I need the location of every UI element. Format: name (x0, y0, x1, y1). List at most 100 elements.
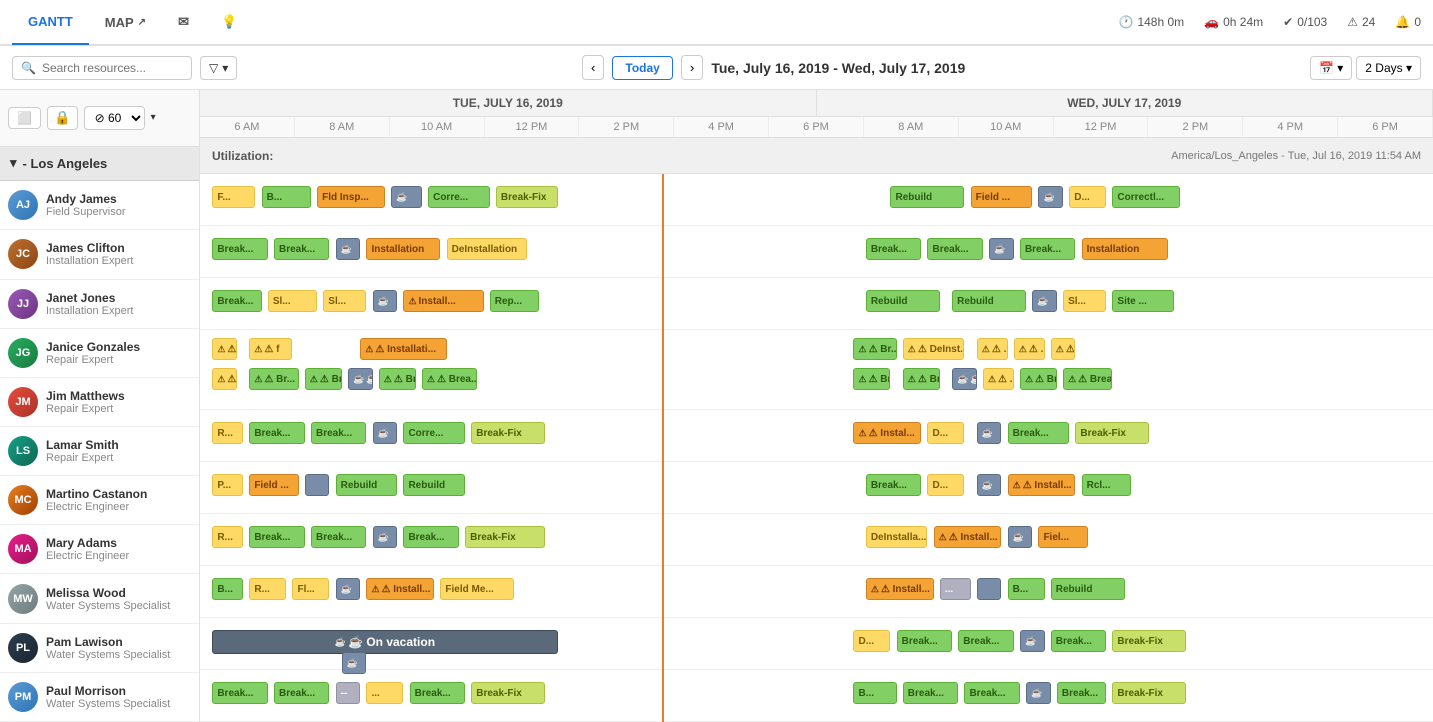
tab-gantt[interactable]: GANTT (12, 0, 89, 45)
task-block[interactable]: R... (212, 526, 243, 548)
task-block[interactable]: Break... (1008, 422, 1070, 444)
calendar-button[interactable]: 📅 ▾ (1310, 56, 1352, 80)
task-block[interactable]: ⚠ Br... (249, 368, 298, 390)
task-block[interactable]: ⚠ Brea... (1063, 368, 1112, 390)
scale-button[interactable]: ⬜ (8, 107, 41, 129)
task-block[interactable] (373, 422, 398, 444)
task-block[interactable]: ⚠ Install... (1008, 474, 1076, 496)
task-block[interactable]: D... (927, 422, 964, 444)
task-block[interactable] (1038, 186, 1063, 208)
task-block[interactable] (1020, 630, 1045, 652)
days-button[interactable]: 2 Days ▾ (1356, 56, 1421, 80)
task-block[interactable]: ⚠ (212, 368, 237, 390)
task-block[interactable]: ⚠ Br... (379, 368, 416, 390)
task-block[interactable]: Break-Fix (1112, 630, 1186, 652)
task-block[interactable]: Break... (866, 238, 921, 260)
tab-mail[interactable]: ✉ (162, 0, 205, 45)
task-block[interactable]: Break... (927, 238, 982, 260)
task-block[interactable]: ... (366, 682, 403, 704)
task-block[interactable]: Rep... (490, 290, 539, 312)
lock-button[interactable]: 🔒 (47, 106, 78, 130)
task-block[interactable] (977, 578, 1002, 600)
task-block[interactable]: Break... (897, 630, 952, 652)
task-block[interactable]: B... (212, 578, 243, 600)
task-block[interactable]: ⚠ f (249, 338, 292, 360)
task-vacation[interactable]: ☕ On vacation (212, 630, 557, 654)
task-block[interactable] (391, 186, 422, 208)
task-block[interactable]: B... (853, 682, 896, 704)
task-block[interactable]: B... (1008, 578, 1045, 600)
task-block[interactable]: Break... (410, 682, 465, 704)
task-block[interactable]: Break... (964, 682, 1019, 704)
task-block[interactable]: Break... (212, 290, 261, 312)
task-block[interactable]: Break... (958, 630, 1013, 652)
task-block[interactable]: ⚠ .F (1014, 338, 1045, 360)
task-block[interactable]: Field ... (249, 474, 298, 496)
task-block[interactable]: Corre... (428, 186, 490, 208)
task-block[interactable]: ☕ (952, 368, 977, 390)
task-block[interactable]: Rebuild (403, 474, 465, 496)
task-block[interactable]: ⚠ Instal... (853, 422, 921, 444)
task-block[interactable] (989, 238, 1014, 260)
task-block[interactable]: R... (212, 422, 243, 444)
task-block[interactable]: ⚠ .F (983, 368, 1014, 390)
task-block[interactable]: Break-Fix (1075, 422, 1149, 444)
task-block[interactable]: Corre... (403, 422, 465, 444)
task-block[interactable]: Break... (1020, 238, 1075, 260)
filter-button[interactable]: ▽ ▾ (200, 56, 237, 80)
task-block[interactable]: ⚠ Br... (305, 368, 342, 390)
task-block[interactable]: Break... (249, 526, 304, 548)
task-block[interactable]: ⚠ Br... (903, 368, 940, 390)
task-block[interactable]: F... (212, 186, 255, 208)
task-block[interactable]: Sl... (1063, 290, 1106, 312)
prev-button[interactable]: ‹ (582, 55, 604, 80)
zoom-select[interactable]: ⊘ 60 (84, 106, 145, 130)
task-block[interactable]: Installation (1082, 238, 1168, 260)
task-block[interactable]: ⚠ .F (977, 338, 1008, 360)
task-block[interactable]: Break-Fix (471, 422, 545, 444)
task-block[interactable]: Break-Fix (465, 526, 545, 548)
task-block[interactable]: -- (336, 682, 361, 704)
task-block[interactable]: Fld Insp... (317, 186, 385, 208)
task-block[interactable]: Break... (866, 474, 921, 496)
task-block[interactable]: ⚠ Br... (1020, 368, 1057, 390)
today-button[interactable]: Today (612, 56, 672, 80)
task-block[interactable] (373, 526, 398, 548)
task-block[interactable] (305, 474, 330, 496)
task-block[interactable]: D... (927, 474, 964, 496)
task-block[interactable]: Break... (311, 526, 366, 548)
task-block[interactable]: Fiel... (1038, 526, 1087, 548)
task-block[interactable]: Installation (366, 238, 440, 260)
task-block[interactable]: DeInstallation (447, 238, 527, 260)
task-block[interactable]: Rebuild (890, 186, 964, 208)
task-block[interactable]: Break... (274, 682, 329, 704)
task-block[interactable] (1008, 526, 1033, 548)
task-block[interactable]: Rebuild (1051, 578, 1125, 600)
task-block[interactable]: Sl... (268, 290, 317, 312)
search-input[interactable] (42, 61, 182, 75)
task-block[interactable]: Site ... (1112, 290, 1174, 312)
task-block[interactable]: P... (212, 474, 243, 496)
task-block[interactable]: ⚠ Brea... (422, 368, 477, 390)
task-block[interactable]: ⚠ (1051, 338, 1076, 360)
task-block[interactable]: Field Me... (440, 578, 514, 600)
task-block[interactable]: Break... (212, 238, 267, 260)
task-block[interactable]: ... (940, 578, 971, 600)
tab-bulb[interactable]: 💡 (205, 0, 253, 45)
task-block[interactable]: Break... (274, 238, 329, 260)
task-block[interactable]: Fl... (292, 578, 329, 600)
task-block[interactable]: Break... (249, 422, 304, 444)
task-block[interactable]: ⚠ Install... (934, 526, 1002, 548)
task-block[interactable]: Break-Fix (471, 682, 545, 704)
tab-map[interactable]: MAP ↗ (89, 0, 162, 45)
task-block[interactable] (1032, 290, 1057, 312)
task-block[interactable]: Install... (403, 290, 483, 312)
task-block[interactable]: ⚠ Install... (366, 578, 434, 600)
task-block[interactable]: ⚠ (212, 338, 237, 360)
task-block[interactable]: Break-Fix (1112, 682, 1186, 704)
task-block[interactable]: Rcl... (1082, 474, 1131, 496)
task-block[interactable] (977, 474, 1002, 496)
task-block[interactable]: Rebuild (866, 290, 940, 312)
task-block[interactable]: Break... (311, 422, 366, 444)
task-block[interactable]: R... (249, 578, 286, 600)
